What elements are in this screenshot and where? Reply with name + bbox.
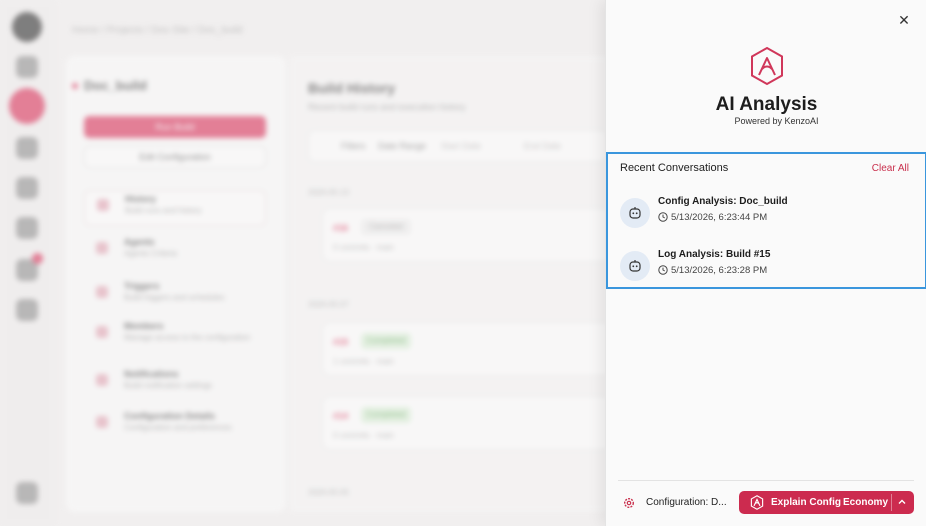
gear-icon [623, 497, 635, 509]
model-tier-label: Economy [843, 497, 889, 508]
bot-icon [629, 207, 641, 219]
build-run-card[interactable]: #14 Completed 0 commits · main [322, 396, 612, 450]
recent-conversations-heading: Recent Conversations [620, 162, 729, 174]
build-run-card[interactable]: #15 Completed 1 commits · main [322, 322, 612, 376]
ai-analysis-panel: ✕ AI Analysis Powered by KenzoAI Recent … [605, 0, 926, 526]
details-icon [96, 416, 108, 428]
build-history-main: Build History Recent build runs and exec… [290, 56, 612, 512]
conversation-item[interactable]: Config Analysis: Doc_build 5/13/2026, 6:… [618, 194, 918, 234]
sidebar-item-agents[interactable]: Agents Agents Criteria [84, 234, 266, 270]
conversation-item[interactable]: Log Analysis: Build #15 5/13/2026, 6:23:… [618, 247, 918, 287]
date-range-label: Date Range [378, 141, 427, 151]
triggers-icon [96, 286, 108, 298]
close-icon[interactable]: ✕ [896, 12, 912, 28]
kenzoai-logo-icon [751, 46, 783, 86]
clock-icon [658, 212, 668, 222]
explain-config-button[interactable]: Explain Config Economy [739, 491, 914, 514]
group-date: 2026-05-07 [308, 300, 349, 309]
sidebar-item-history[interactable]: History Build runs and history [84, 190, 266, 226]
end-date-input[interactable]: End Date [524, 141, 562, 151]
icon-rail [0, 0, 56, 526]
kenzoai-icon [750, 495, 764, 510]
main-subtitle: Recent build runs and execution history [308, 102, 466, 112]
rail-dashboard-icon[interactable] [16, 56, 38, 78]
conversation-time: 5/13/2026, 6:23:44 PM [658, 212, 767, 223]
breadcrumb: Home / Projects / Doc-Site / Doc_build [72, 25, 243, 36]
filters-label: Filters [341, 141, 366, 151]
rail-monitor-icon[interactable] [16, 137, 38, 159]
members-icon [96, 326, 108, 338]
panel-footer: Configuration: D... Explain Config Econo… [618, 480, 914, 514]
app-logo-icon [12, 12, 42, 42]
explain-config-label: Explain Config [771, 497, 841, 508]
status-badge: Completed [361, 407, 411, 423]
sidebar-item-triggers[interactable]: Triggers Build triggers and schedules [84, 278, 266, 314]
conversation-title: Log Analysis: Build #15 [658, 249, 771, 260]
group-date: 2026-05-05 [308, 488, 349, 497]
conversation-title: Config Analysis: Doc_build [658, 196, 788, 207]
recent-conversations-section: Recent Conversations Clear All Config An… [606, 152, 926, 289]
edit-configuration-button[interactable]: Edit Configuration [84, 146, 266, 168]
conversation-avatar [620, 251, 650, 281]
rail-target-icon[interactable] [16, 217, 38, 239]
sidebar-item-members[interactable]: Members Manage access to the configurati… [84, 318, 266, 354]
button-divider [891, 494, 892, 511]
powered-by-label: Powered by KenzoAI [734, 116, 819, 126]
panel-title: AI Analysis [715, 94, 818, 115]
clock-icon [658, 265, 668, 275]
bot-icon [629, 260, 641, 272]
sidebar-item-notifications[interactable]: Notifications Build notification setting… [84, 366, 266, 402]
clear-all-button[interactable]: Clear All [872, 163, 909, 174]
start-date-input[interactable]: Start Date [441, 141, 482, 151]
rail-collapse-icon[interactable] [16, 482, 38, 504]
conversation-time: 5/13/2026, 6:23:28 PM [658, 265, 767, 276]
agents-icon [96, 242, 108, 254]
config-sidebar: Doc_build Run Build Edit Configuration H… [66, 56, 286, 512]
notification-badge [32, 253, 43, 264]
run-build-button[interactable]: Run Build [84, 116, 266, 138]
filter-bar[interactable]: Filters Date Range Start Date End Date [308, 130, 608, 162]
rail-edit-icon[interactable] [16, 177, 38, 199]
notifications-icon [96, 374, 108, 386]
status-badge: Completed [361, 333, 411, 349]
group-date: 2026-05-13 [308, 188, 349, 197]
chevron-up-icon[interactable] [896, 496, 908, 508]
conversation-avatar [620, 198, 650, 228]
config-title: Doc_build [72, 78, 147, 93]
status-badge: Canceled [361, 219, 411, 235]
configuration-context-label: Configuration: D... [646, 497, 727, 508]
build-run-card[interactable]: #16 Canceled 0 commits · main [322, 208, 612, 262]
rail-settings-icon[interactable] [16, 299, 38, 321]
sidebar-item-configuration-details[interactable]: Configuration Details Configuration and … [84, 408, 266, 444]
history-icon [97, 199, 109, 211]
rail-builds-icon[interactable] [9, 88, 45, 124]
main-title: Build History [308, 80, 396, 96]
